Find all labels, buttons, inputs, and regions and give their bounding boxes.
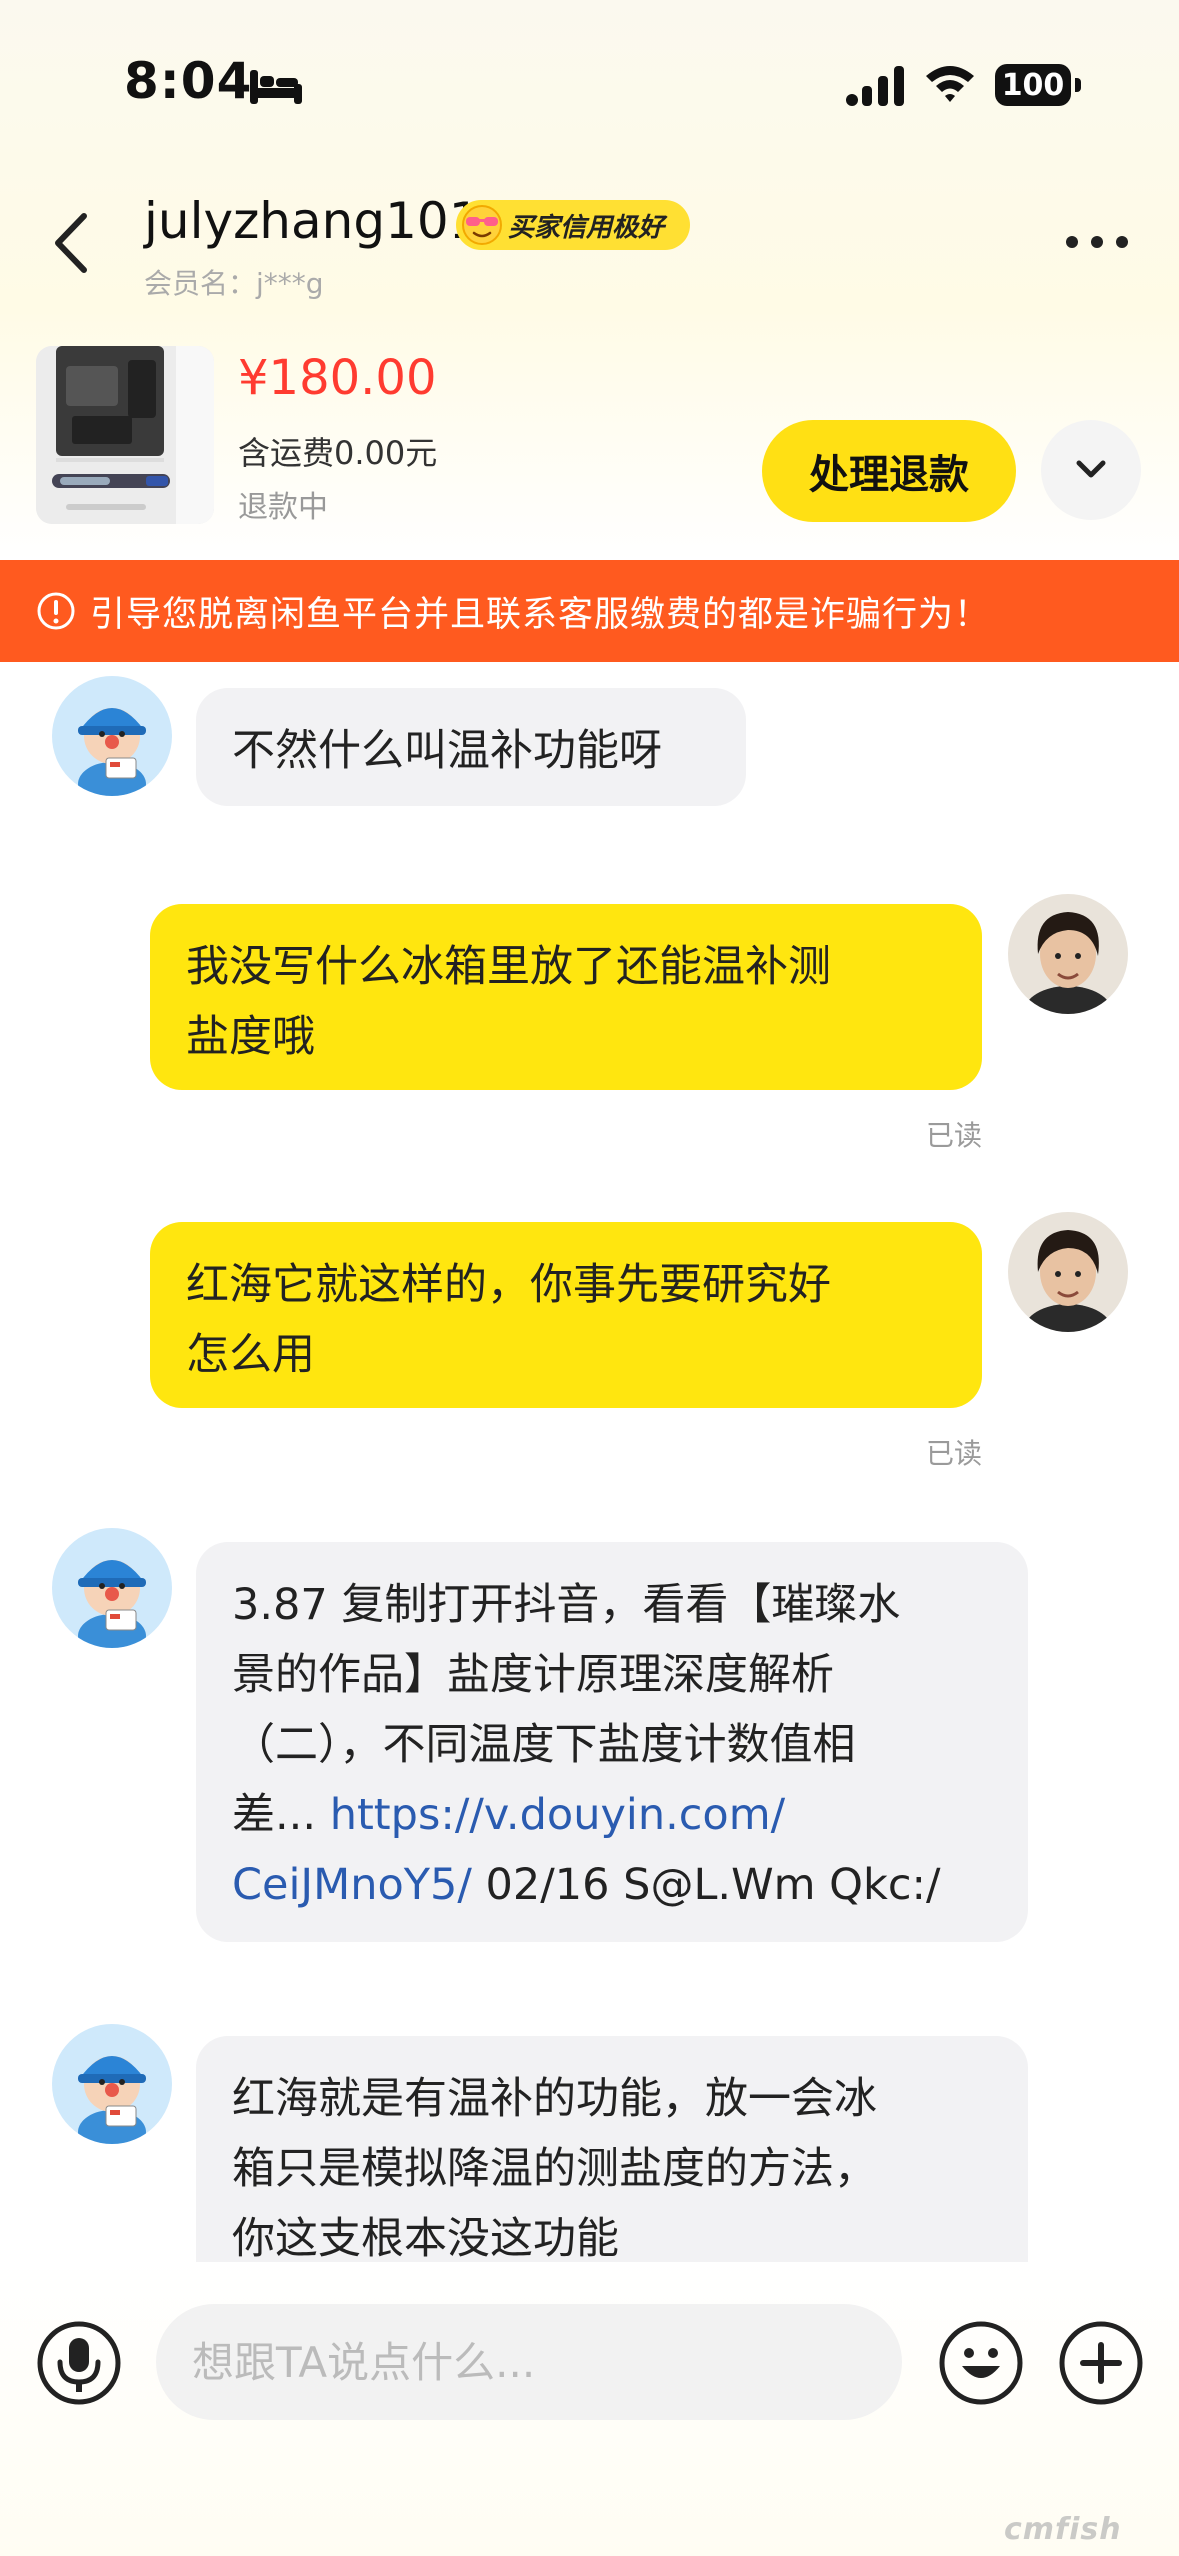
more-dots-icon[interactable] [1064,232,1130,252]
sleep-bed-icon [250,70,302,104]
status-bar: 8:04 100 [0,0,1179,170]
signal-icon [846,66,904,106]
message-text: 02/16 S@L.Wm Qkc:/ [471,1860,941,1910]
battery-level: 100 [995,64,1071,106]
message-line: 箱只是模拟降温的测盐度的方法， [232,2144,877,2194]
message-line: 景的作品】盐度计原理深度解析 [232,1650,834,1700]
douyin-link[interactable]: https://v.douyin.com/ [330,1790,785,1840]
message-text: 差... [232,1790,330,1840]
seller-avatar[interactable] [1008,1212,1128,1332]
warning-text: 引导您脱离闲鱼平台并且联系客服缴费的都是诈骗行为！ [90,594,991,635]
message-line: CeiJMnoY5/ 02/16 S@L.Wm Qkc:/ [232,1850,992,1920]
message-line: 3.87 复制打开抖音，看看【璀璨水 [232,1580,901,1630]
emoji-icon[interactable] [938,2320,1024,2406]
fraud-warning-banner: 引导您脱离闲鱼平台并且联系客服缴费的都是诈骗行为！ [0,560,1179,662]
buyer-avatar[interactable] [52,676,172,796]
chat-username[interactable]: julyzhang101 [144,192,481,250]
expand-button[interactable] [1041,420,1141,520]
message-bubble[interactable]: 3.87 复制打开抖音，看看【璀璨水 景的作品】盐度计原理深度解析 （二），不同… [196,1542,1028,1942]
credit-badge: 买家信用极好 [456,200,690,250]
microphone-icon[interactable] [36,2320,122,2406]
message-bubble[interactable]: 红海它就这样的，你事先要研究好 怎么用 [150,1222,982,1408]
message-line: 你这支根本没这功能 [232,2214,619,2262]
product-image[interactable] [36,346,214,524]
message-line: （二），不同温度下盐度计数值相 [232,1720,856,1770]
message-input[interactable] [156,2304,902,2420]
message-bubble[interactable]: 我没写什么冰箱里放了还能温补测 盐度哦 [150,904,982,1090]
seller-avatar[interactable] [1008,894,1128,1014]
credit-badge-text: 买家信用极好 [508,212,665,243]
read-receipt: 已读 [926,1437,983,1470]
buyer-avatar[interactable] [52,1528,172,1648]
status-time: 8:04 [124,52,253,110]
message-line: 红海就是有温补的功能，放一会冰 [232,2074,877,2124]
wifi-icon [926,66,974,102]
douyin-link[interactable]: CeiJMnoY5/ [232,1860,472,1910]
refund-status: 退款中 [238,490,328,525]
member-name: 会员名：j***g [144,267,324,300]
message-line: 怎么用 [186,1330,315,1380]
battery-icon: 100 [995,64,1081,106]
product-price: ¥180.00 [238,350,437,406]
alert-circle-icon [37,592,75,630]
chat-messages[interactable]: 不然什么叫温补功能呀 我没写什么冰箱里放了还能温补测 盐度哦 已读 红海它就这样… [0,662,1179,2262]
chevron-left-icon[interactable] [50,210,94,276]
message-bubble[interactable]: 不然什么叫温补功能呀 [196,688,746,806]
cool-face-icon [462,205,502,245]
message-bubble[interactable]: 红海就是有温补的功能，放一会冰 箱只是模拟降温的测盐度的方法， 你这支根本没这功… [196,2036,1028,2262]
message-line: 差... https://v.douyin.com/ [232,1780,992,1850]
plus-icon[interactable] [1058,2320,1144,2406]
read-receipt: 已读 [926,1119,983,1152]
process-refund-button[interactable]: 处理退款 [762,420,1016,522]
shipping-fee: 含运费0.00元 [238,434,438,472]
message-line: 盐度哦 [186,1012,315,1062]
buyer-avatar[interactable] [52,2024,172,2144]
message-line: 我没写什么冰箱里放了还能温补测 [186,942,831,992]
message-line: 红海它就这样的，你事先要研究好 [186,1260,831,1310]
watermark: cmfish [1004,2512,1122,2547]
chevron-down-icon [1076,460,1106,478]
message-text: 不然什么叫温补功能呀 [232,726,662,776]
